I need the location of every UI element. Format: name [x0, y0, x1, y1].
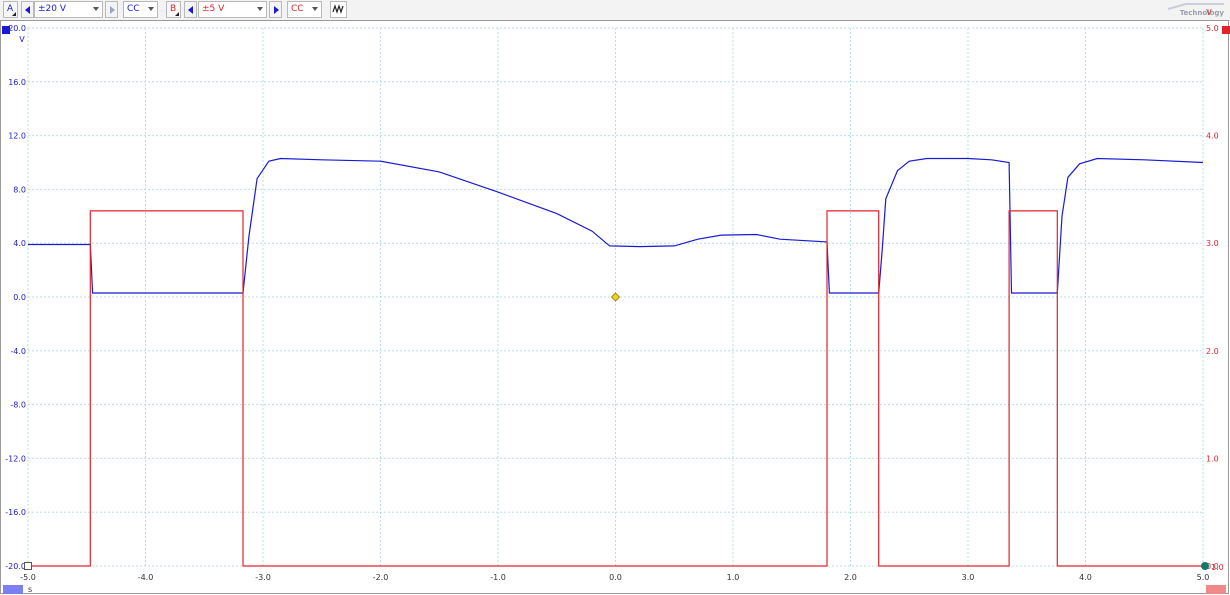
- x-tick-label: -1.0: [490, 573, 506, 582]
- trigger-level-value: 1.0: [1211, 563, 1224, 572]
- x-tick-label: 5.0: [1197, 573, 1210, 582]
- y-tick-label-a: 16.0: [8, 78, 26, 87]
- y-tick-label-a: -12.0: [5, 454, 26, 463]
- y-tick-label-a: 4.0: [13, 239, 26, 248]
- x-unit-label: s: [28, 585, 32, 594]
- x-tick-label: 4.0: [1079, 573, 1092, 582]
- y-tick-label-b: 1.0: [1206, 454, 1219, 463]
- channel-b-scale-marker[interactable]: [1222, 26, 1230, 34]
- x-tick-label: -2.0: [373, 573, 389, 582]
- y-tick-label-a: -8.0: [10, 401, 26, 410]
- channel-b-zoom-tag[interactable]: [1206, 585, 1226, 594]
- y-unit-label-a: V: [19, 35, 25, 44]
- channel-a-zoom-tag[interactable]: [3, 585, 23, 594]
- y-unit-label-b: V: [1206, 8, 1212, 17]
- y-tick-label-b: 5.0: [1206, 24, 1219, 33]
- y-tick-label-b: 4.0: [1206, 132, 1219, 141]
- x-tick-label: 3.0: [962, 573, 975, 582]
- y-tick-label-b: 3.0: [1206, 239, 1219, 248]
- trigger-level-handle[interactable]: [1201, 562, 1209, 570]
- y-tick-label-a: 8.0: [13, 185, 26, 194]
- x-tick-label: 0.0: [609, 573, 622, 582]
- y-tick-label-a: 12.0: [8, 132, 26, 141]
- channel-a-scale-marker[interactable]: [2, 26, 10, 34]
- y-tick-label-b: 2.0: [1206, 347, 1219, 356]
- x-tick-label: -3.0: [255, 573, 271, 582]
- x-tick-label: -5.0: [20, 573, 36, 582]
- y-tick-label-a: 0.0: [13, 293, 26, 302]
- x-tick-label: 2.0: [844, 573, 857, 582]
- y-tick-label-a: 20.0: [8, 24, 26, 33]
- y-tick-label-a: -16.0: [5, 508, 26, 517]
- x-tick-label: 1.0: [727, 573, 740, 582]
- y-tick-label-a: -4.0: [10, 347, 26, 356]
- x-tick-label: -4.0: [138, 573, 154, 582]
- ruler-handle-icon[interactable]: [24, 562, 32, 570]
- trigger-marker-icon[interactable]: [610, 292, 621, 302]
- y-tick-label-a: -20.0: [5, 562, 26, 571]
- oscilloscope-plot[interactable]: 20.0 16.0 12.0 8.0 4.0 0.0 -4.0 -8.0 -12.0 -16.0 -…: [0, 0, 1230, 595]
